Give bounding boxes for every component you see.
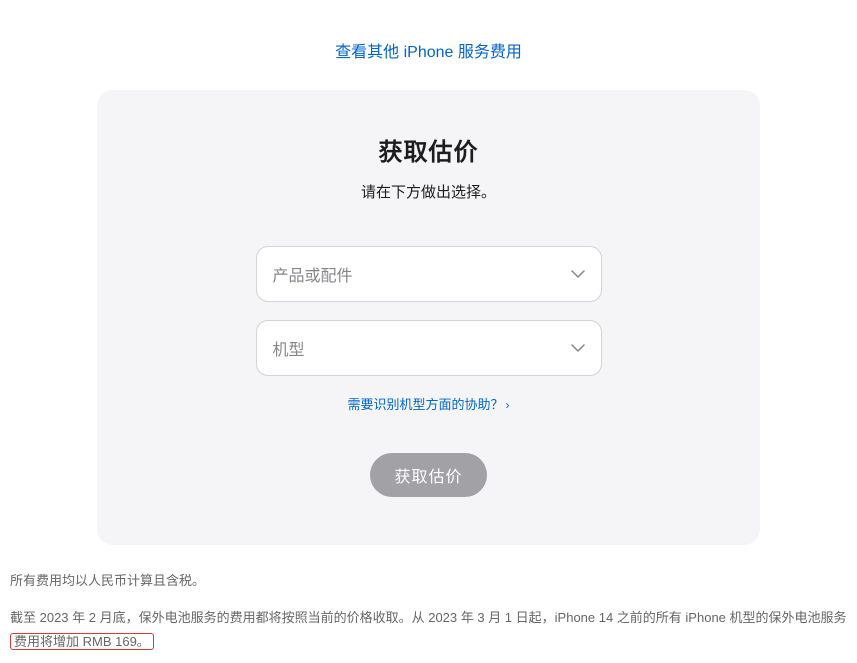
top-link-container: 查看其他 iPhone 服务费用 [0,0,857,90]
get-estimate-button[interactable]: 获取估价 [370,453,486,497]
disclaimer-line2-part1: 截至 2023 年 2 月底，保外电池服务的费用都将按照当前的价格收取。从 20… [10,610,847,625]
model-select-placeholder: 机型 [273,336,305,360]
card-title: 获取估价 [137,132,720,167]
help-link-container: 需要识别机型方面的协助？› [137,394,720,413]
identify-model-help-link[interactable]: 需要识别机型方面的协助？› [347,397,509,412]
chevron-down-icon [571,270,585,278]
disclaimer-line1: 所有费用均以人民币计算且含税。 [10,569,847,592]
chevron-down-icon [571,344,585,352]
disclaimer-section: 所有费用均以人民币计算且含税。 截至 2023 年 2 月底，保外电池服务的费用… [0,545,857,653]
estimate-card: 获取估价 请在下方做出选择。 产品或配件 机型 需要识别机型方面的协助？› 获取… [97,90,760,545]
product-select-placeholder: 产品或配件 [273,262,353,286]
other-services-link[interactable]: 查看其他 iPhone 服务费用 [335,44,522,61]
price-increase-highlight: 费用将增加 RMB 169。 [10,633,154,650]
model-select[interactable]: 机型 [256,320,602,376]
chevron-right-icon: › [506,398,510,412]
disclaimer-line2: 截至 2023 年 2 月底，保外电池服务的费用都将按照当前的价格收取。从 20… [10,606,847,653]
product-select-wrapper: 产品或配件 [256,246,602,302]
product-select[interactable]: 产品或配件 [256,246,602,302]
card-subtitle: 请在下方做出选择。 [137,181,720,202]
help-link-text: 需要识别机型方面的协助？ [347,397,503,412]
model-select-wrapper: 机型 [256,320,602,376]
